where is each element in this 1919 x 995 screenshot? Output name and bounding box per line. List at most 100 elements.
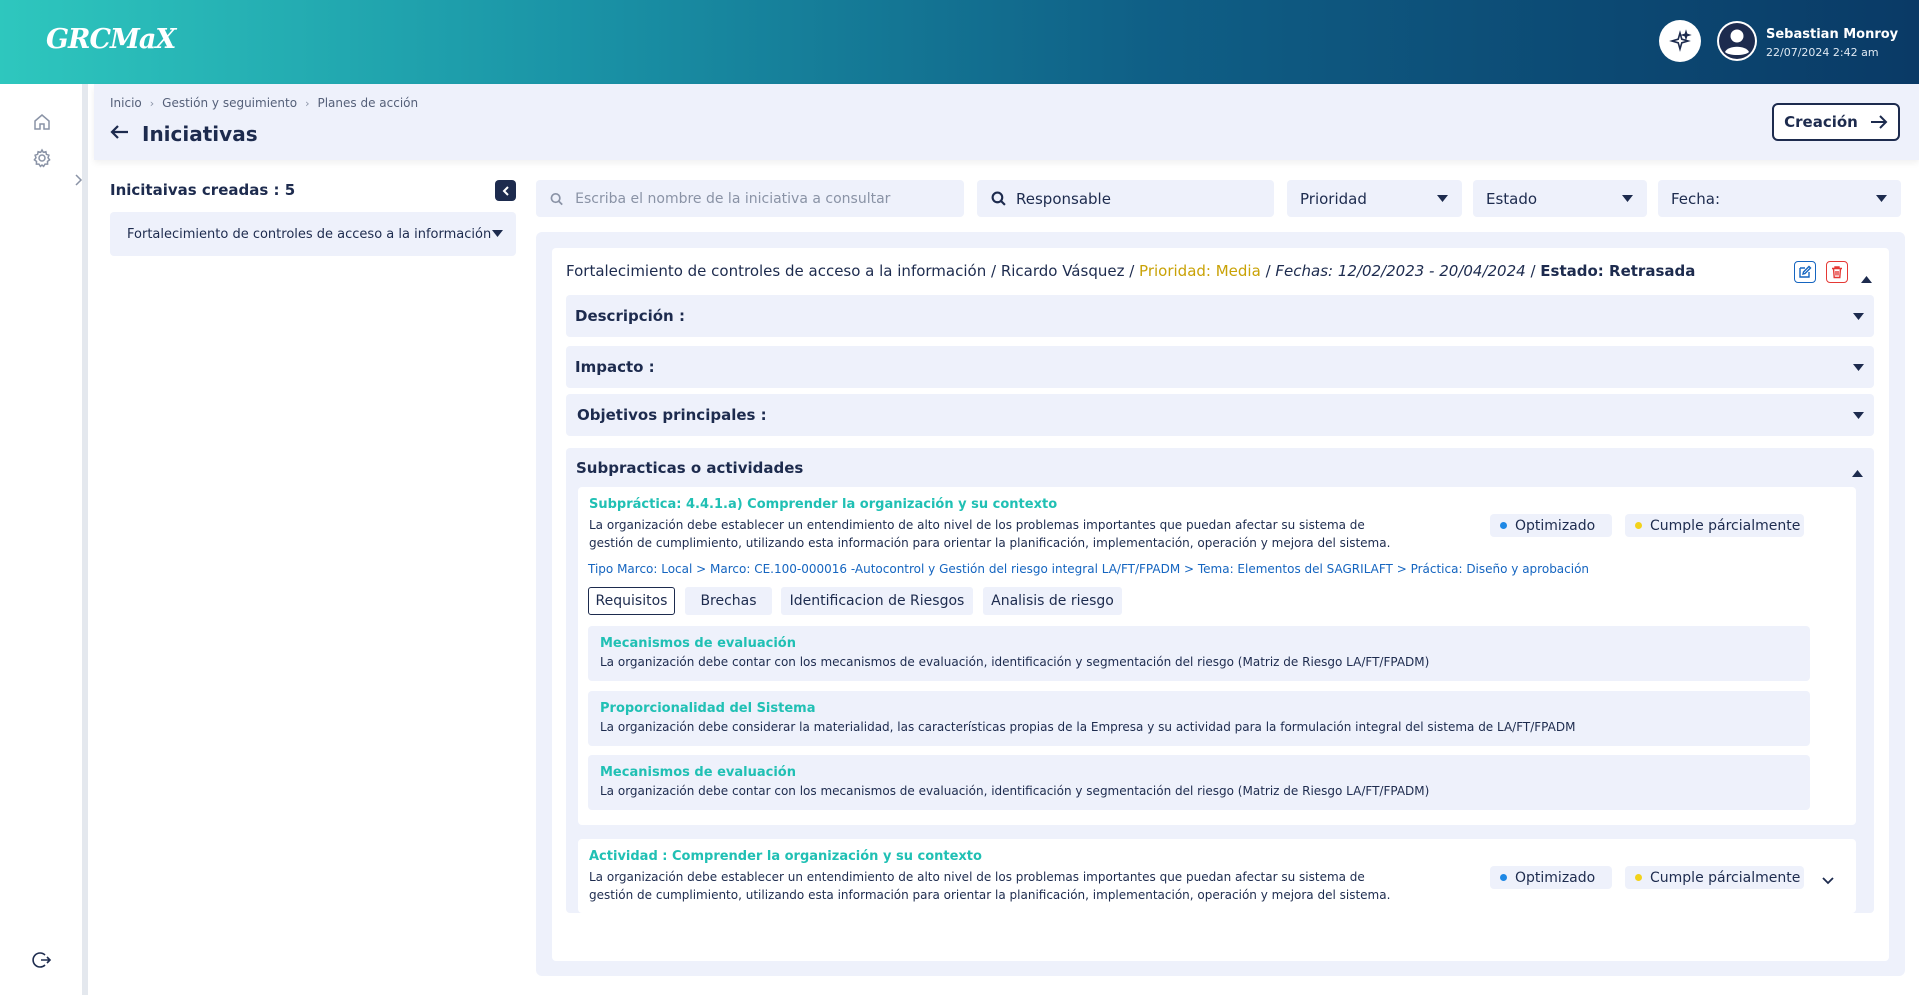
user-datetime: 22/07/2024 2:42 am xyxy=(1766,46,1879,59)
section-descripcion-label: Descripción : xyxy=(575,307,685,325)
expand-activity-button[interactable] xyxy=(1821,871,1835,885)
trash-icon xyxy=(1832,266,1842,279)
initiative-dates: Fechas: 12/02/2023 - 20/04/2024 xyxy=(1275,262,1526,280)
sidebar-item-home[interactable] xyxy=(32,112,52,132)
collapse-list-button[interactable] xyxy=(495,180,516,201)
estado-filter-label: Estado xyxy=(1486,189,1538,208)
fecha-filter-label: Fecha: xyxy=(1671,189,1721,208)
prioridad-filter-label: Prioridad xyxy=(1300,189,1367,208)
page-title-row: Iniciativas xyxy=(110,122,258,146)
breadcrumb-separator: › xyxy=(149,96,155,110)
breadcrumb-separator: › xyxy=(305,96,310,110)
logout-button[interactable] xyxy=(32,950,52,970)
caret-up-icon xyxy=(1861,276,1872,283)
requirement-description: La organización debe contar con los meca… xyxy=(600,784,1430,798)
user-avatar[interactable] xyxy=(1717,21,1757,61)
separator: / xyxy=(1525,262,1541,280)
status-dot xyxy=(1635,522,1642,529)
status-badge-label: Cumple párcialmente xyxy=(1650,517,1801,534)
delete-button[interactable] xyxy=(1826,261,1848,283)
chevron-down-icon xyxy=(1822,877,1834,885)
search-icon xyxy=(550,192,563,205)
subpractica-title: Subpráctica: 4.4.1.a) Comprender la orga… xyxy=(589,497,1058,512)
responsable-filter[interactable]: Responsable xyxy=(977,180,1274,217)
edit-icon xyxy=(1799,265,1812,278)
gear-icon xyxy=(33,148,51,168)
ai-assistant-button[interactable] xyxy=(1659,20,1701,62)
requirement-title: Mecanismos de evaluación xyxy=(600,636,796,651)
back-arrow-icon xyxy=(110,125,128,139)
framework-path: Tipo Marco: Local > Marco: CE.100-000016… xyxy=(588,562,1590,576)
prioridad-filter[interactable]: Prioridad xyxy=(1287,180,1462,217)
arrow-right-icon xyxy=(1870,115,1888,129)
caret-down-icon xyxy=(1853,412,1864,419)
requirement-description: La organización debe contar con los meca… xyxy=(600,655,1430,669)
subpractica-description-line: gestión de cumplimiento, utilizando esta… xyxy=(589,536,1391,550)
breadcrumb: Inicio › Gestión y seguimiento › Planes … xyxy=(110,96,418,110)
back-button[interactable] xyxy=(110,124,130,144)
collapse-initiative-button[interactable] xyxy=(1861,268,1873,283)
caret-down-icon xyxy=(1622,195,1633,202)
separator: / xyxy=(1260,262,1276,280)
status-dot xyxy=(1500,874,1507,881)
requirement-card: Mecanismos de evaluación La organización… xyxy=(588,755,1810,810)
caret-down-icon xyxy=(1853,313,1864,320)
initiative-priority: Prioridad: Media xyxy=(1139,262,1261,280)
collapse-subpracticas-button[interactable] xyxy=(1852,462,1864,477)
estado-filter[interactable]: Estado xyxy=(1473,180,1647,217)
section-subpracticas-label[interactable]: Subpracticas o actividades xyxy=(576,459,803,477)
requirement-card: Proporcionalidad del Sistema La organiza… xyxy=(588,691,1810,746)
section-impacto[interactable]: Impacto : xyxy=(566,346,1874,388)
initiatives-count-title: Inicitaivas creadas : 5 xyxy=(110,181,296,199)
tab-brechas[interactable]: Brechas xyxy=(685,587,772,615)
status-badge-label: Optimizado xyxy=(1515,869,1596,886)
section-impacto-label: Impacto : xyxy=(575,358,655,376)
search-icon xyxy=(991,191,1006,206)
search-initiative-input[interactable] xyxy=(575,190,964,207)
status-dot xyxy=(1635,874,1642,881)
create-button[interactable]: Creación xyxy=(1772,103,1900,141)
edit-button[interactable] xyxy=(1794,261,1816,283)
separator: / xyxy=(986,262,1001,280)
initiative-list-item-label: Fortalecimiento de controles de acceso a… xyxy=(127,226,492,242)
user-avatar-icon xyxy=(1719,23,1755,59)
home-icon xyxy=(34,114,50,130)
section-descripcion[interactable]: Descripción : xyxy=(566,295,1874,337)
status-badge-cumple: Cumple párcialmente xyxy=(1625,866,1804,889)
sidebar xyxy=(0,84,88,995)
status-badge-label: Cumple párcialmente xyxy=(1650,869,1801,886)
caret-down-icon xyxy=(1437,195,1448,202)
tab-analisis-riesgo[interactable]: Analisis de riesgo xyxy=(983,587,1122,615)
sidebar-expand-button[interactable] xyxy=(72,172,84,188)
responsable-filter-label: Responsable xyxy=(1016,189,1111,208)
initiative-list-item[interactable]: Fortalecimiento de controles de acceso a… xyxy=(110,212,516,256)
breadcrumb-planes[interactable]: Planes de acción xyxy=(317,96,418,110)
sidebar-item-settings[interactable] xyxy=(32,148,52,168)
breadcrumb-gestion[interactable]: Gestión y seguimiento xyxy=(162,96,297,110)
section-objetivos[interactable]: Objetivos principales : xyxy=(566,394,1874,436)
app-logo[interactable]: GRCMaX xyxy=(46,24,176,55)
fecha-filter[interactable]: Fecha: xyxy=(1658,180,1901,217)
ai-sparkle-icon xyxy=(1669,29,1692,52)
requirement-title: Proporcionalidad del Sistema xyxy=(600,701,816,716)
subpractica-description: La organización debe establecer un enten… xyxy=(589,516,1409,552)
status-badge-optimizado: Optimizado xyxy=(1490,514,1612,537)
caret-down-icon xyxy=(1876,195,1887,202)
initiative-status: Estado: Retrasada xyxy=(1540,262,1696,280)
user-name: Sebastian Monroy xyxy=(1766,27,1899,42)
logout-icon xyxy=(32,952,52,968)
tab-requisitos[interactable]: Requisitos xyxy=(588,587,675,615)
status-dot xyxy=(1500,522,1507,529)
search-initiative-field[interactable] xyxy=(536,180,964,217)
subpractica-description-line: La organización debe establecer un enten… xyxy=(589,518,1365,532)
activity-description-line: gestión de cumplimiento, utilizando esta… xyxy=(589,888,1391,902)
create-button-label: Creación xyxy=(1784,113,1858,131)
status-badge-label: Optimizado xyxy=(1515,517,1596,534)
breadcrumb-inicio[interactable]: Inicio xyxy=(110,96,142,110)
section-objetivos-label: Objetivos principales : xyxy=(577,406,767,424)
requirement-description: La organización debe considerar la mater… xyxy=(600,720,1576,734)
top-bar: GRCMaX Sebastian Monroy 22/07/2024 2:42 … xyxy=(0,0,1919,84)
tab-identificacion-riesgos[interactable]: Identificacion de Riesgos xyxy=(781,587,973,615)
requirement-title: Mecanismos de evaluación xyxy=(600,765,796,780)
chevron-left-icon xyxy=(502,185,509,196)
